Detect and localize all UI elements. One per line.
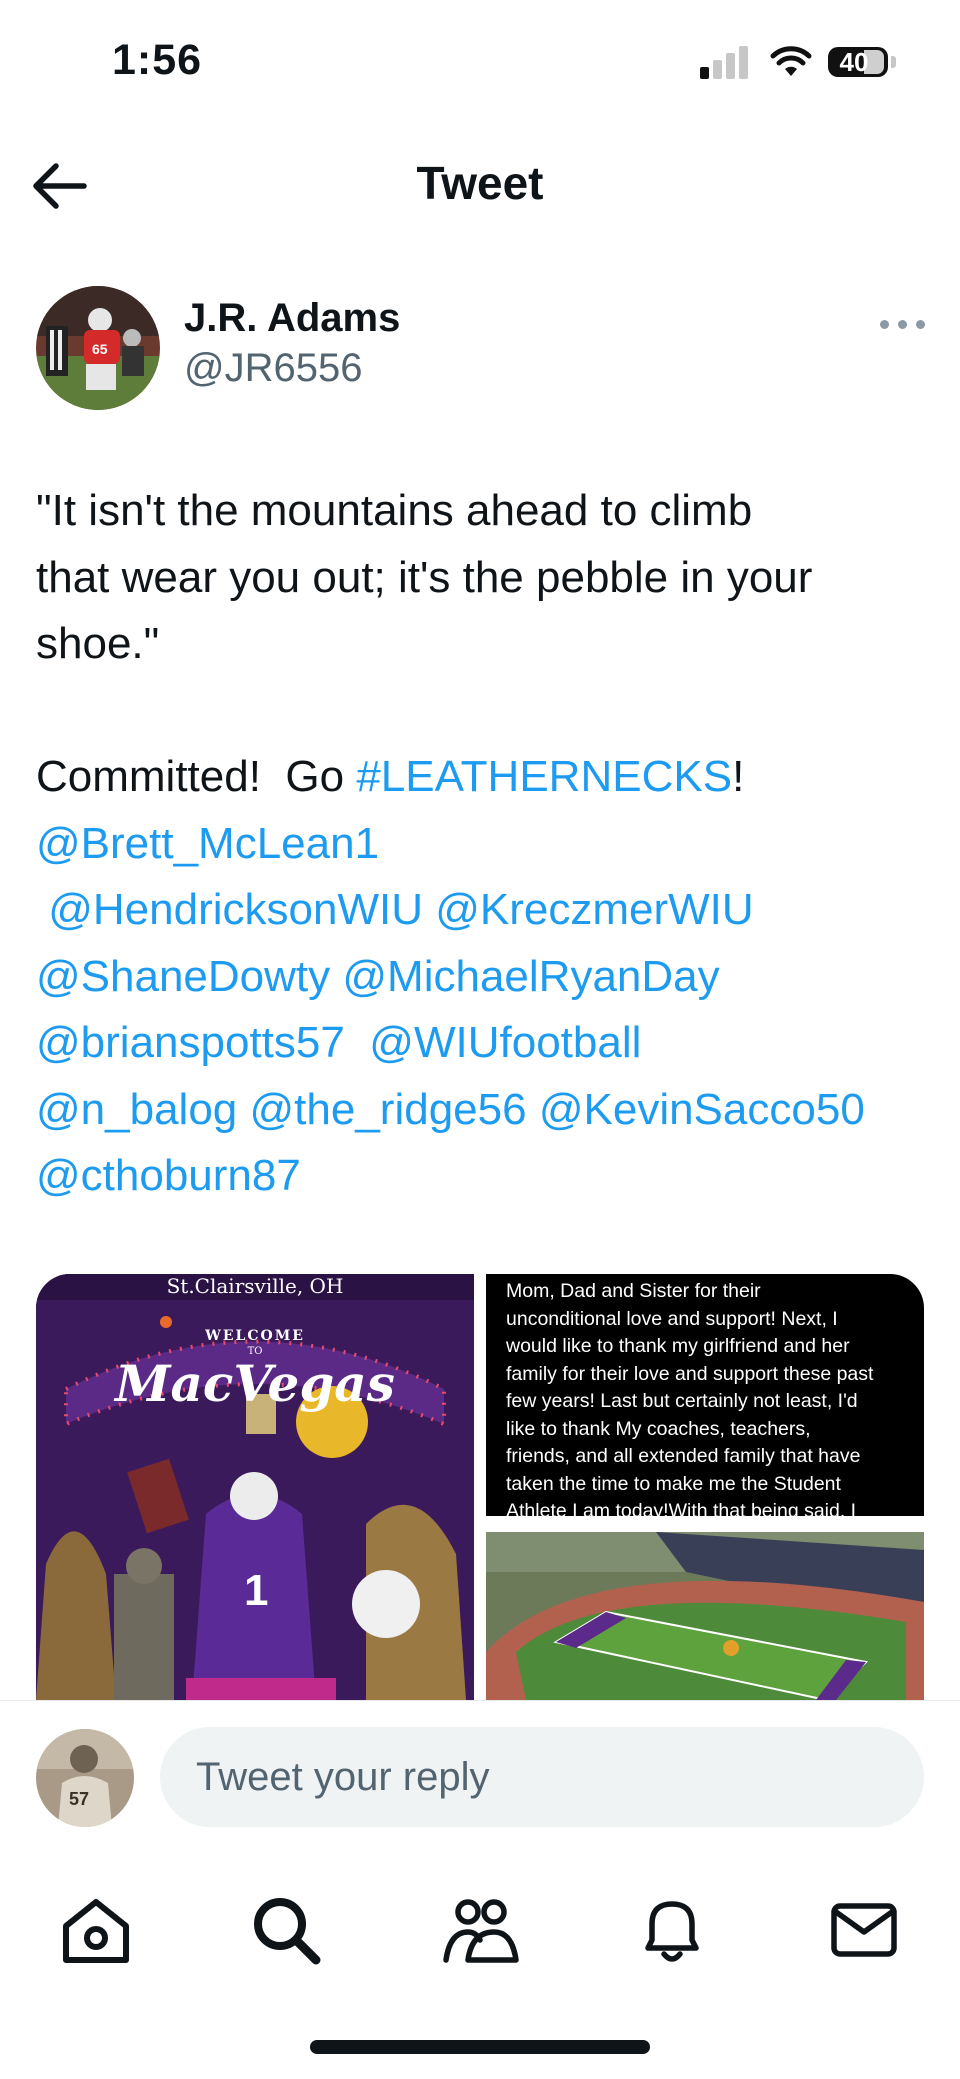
mention-link[interactable]: @n_balog bbox=[36, 1085, 237, 1134]
mention-link[interactable]: @the_ridge56 bbox=[250, 1085, 527, 1134]
tweet-commit-line: Committed! Go #LEATHERNECKS! bbox=[36, 752, 745, 801]
media-letter-text: Mom, Dad and Sister for their unconditio… bbox=[506, 1280, 874, 1516]
mention-link[interactable]: @KevinSacco50 bbox=[539, 1085, 865, 1134]
media-location-label: St.Clairsville, OH bbox=[166, 1274, 344, 1298]
avatar-jersey-number: 57 bbox=[69, 1789, 89, 1809]
mention-link[interactable]: @MichaelRyanDay bbox=[342, 952, 719, 1001]
more-options-button[interactable] bbox=[880, 316, 926, 332]
mention-link[interactable]: @WIUfootball bbox=[369, 1018, 641, 1067]
tweet-quote-line: "It isn't the mountains ahead to climb bbox=[36, 486, 753, 535]
cellular-signal-icon bbox=[700, 45, 750, 79]
tab-search[interactable] bbox=[246, 1890, 326, 1970]
tweet-author: 65 J.R. Adams @JR6556 bbox=[36, 286, 926, 416]
home-indicator bbox=[310, 2040, 650, 2054]
mention-link[interactable]: @ShaneDowty bbox=[36, 952, 330, 1001]
tab-home[interactable] bbox=[56, 1890, 136, 1970]
media-image-stadium[interactable] bbox=[486, 1532, 924, 1700]
mention-link[interactable]: @HendricksonWIU bbox=[48, 885, 423, 934]
svg-text:65: 65 bbox=[92, 341, 108, 357]
hashtag-link[interactable]: #LEATHERNECKS bbox=[356, 752, 732, 801]
search-icon bbox=[254, 1898, 321, 1965]
communities-icon bbox=[443, 1899, 519, 1963]
media-welcome-text: WELCOME bbox=[205, 1328, 305, 1344]
author-name[interactable]: J.R. Adams bbox=[184, 296, 400, 341]
media-image-letter[interactable]: Mom, Dad and Sister for their unconditio… bbox=[486, 1274, 924, 1516]
notifications-icon bbox=[645, 1901, 699, 1962]
wifi-icon bbox=[770, 46, 812, 76]
mention-link[interactable]: @Brett_McLean1 bbox=[36, 819, 379, 868]
battery-cap bbox=[891, 56, 896, 68]
status-bar: 1:56 40 bbox=[0, 0, 960, 120]
reply-input[interactable]: Tweet your reply bbox=[160, 1727, 924, 1827]
battery-level-text: 40 bbox=[839, 47, 869, 77]
media-image-macvegas[interactable]: St.Clairsville, OH WELCOME TO MacVegas 1 bbox=[36, 1274, 474, 1700]
mention-link[interactable]: @brianspotts57 bbox=[36, 1018, 345, 1067]
tweet-quote-line: that wear you out; it's the pebble in yo… bbox=[36, 552, 813, 602]
battery-icon: 40 bbox=[828, 47, 888, 77]
mention-link[interactable]: @cthoburn87 bbox=[36, 1151, 301, 1200]
tab-notifications[interactable] bbox=[632, 1890, 712, 1970]
author-handle[interactable]: @JR6556 bbox=[184, 346, 362, 391]
media-jersey-number: 1 bbox=[244, 1566, 269, 1615]
status-time: 1:56 bbox=[112, 36, 203, 84]
tweet-quote-line: shoe." bbox=[36, 619, 160, 668]
tweet-media-grid: St.Clairsville, OH WELCOME TO MacVegas 1… bbox=[36, 1274, 924, 1700]
mention-link[interactable]: @KreczmerWIU bbox=[435, 885, 753, 934]
tweet-text: "It isn't the mountains ahead to climb t… bbox=[36, 478, 936, 1210]
page-title: Tweet bbox=[416, 157, 544, 209]
reply-bar: 57 Tweet your reply bbox=[0, 1701, 960, 1841]
messages-icon bbox=[831, 1903, 897, 1957]
more-dots-icon bbox=[880, 320, 889, 329]
home-icon bbox=[63, 1899, 129, 1963]
tab-messages[interactable] bbox=[824, 1890, 904, 1970]
media-macvegas-title: MacVegas bbox=[115, 1354, 395, 1413]
bottom-tab-bar bbox=[0, 1880, 960, 1980]
nav-header: Tweet bbox=[0, 140, 960, 230]
author-avatar[interactable]: 65 bbox=[36, 286, 160, 410]
user-avatar[interactable]: 57 bbox=[36, 1729, 134, 1827]
tweet-detail-screen: 1:56 40 Tweet 65 J.R. Adams @JR6556 "It … bbox=[0, 0, 960, 2079]
tab-communities[interactable] bbox=[440, 1890, 520, 1970]
